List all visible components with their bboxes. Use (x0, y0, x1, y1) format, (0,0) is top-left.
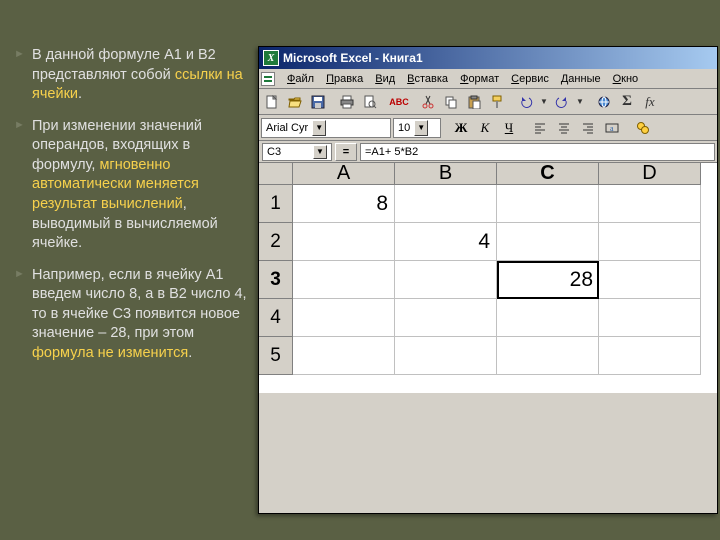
font-name-combo[interactable]: Arial Cyr ▼ (261, 118, 391, 138)
cell[interactable]: 8 (293, 185, 395, 223)
cell[interactable]: 4 (395, 223, 497, 261)
sum-icon[interactable]: Σ (616, 91, 638, 113)
formula-value: =A1+ 5*B2 (365, 146, 418, 158)
cell[interactable] (497, 299, 599, 337)
menu-item[interactable]: Сервис (505, 71, 555, 87)
document-icon[interactable] (261, 72, 275, 86)
select-all-corner[interactable] (259, 163, 293, 185)
open-icon[interactable] (284, 91, 306, 113)
menu-item[interactable]: Окно (607, 71, 645, 87)
undo-icon[interactable] (515, 91, 537, 113)
cell[interactable] (395, 299, 497, 337)
format-painter-icon[interactable] (486, 91, 508, 113)
menu-item[interactable]: Вид (369, 71, 401, 87)
column-header[interactable]: B (395, 163, 497, 185)
font-size-value: 10 (398, 122, 410, 134)
cell[interactable] (497, 337, 599, 375)
standard-toolbar: ABC ▼ ▼ Σ fx (259, 89, 717, 115)
row-header[interactable]: 1 (259, 185, 293, 223)
align-center-button[interactable] (553, 117, 575, 139)
window-title: Microsoft Excel - Книга1 (283, 51, 423, 65)
menu-item[interactable]: Данные (555, 71, 607, 87)
cut-icon[interactable] (417, 91, 439, 113)
column-header[interactable]: C (497, 163, 599, 185)
hyperlink-icon[interactable] (593, 91, 615, 113)
slide-bullet: В данной формуле А1 и В2 представляют со… (14, 46, 250, 105)
chevron-down-icon[interactable]: ▼ (313, 145, 327, 159)
column-header[interactable]: A (293, 163, 395, 185)
cell[interactable] (395, 337, 497, 375)
row-header[interactable]: 5 (259, 337, 293, 375)
align-right-button[interactable] (577, 117, 599, 139)
bold-button[interactable]: Ж (450, 117, 472, 139)
name-box-value: C3 (267, 146, 281, 158)
dropdown-icon[interactable]: ▼ (538, 91, 550, 113)
cell[interactable] (395, 261, 497, 299)
equals-button[interactable]: = (335, 143, 357, 161)
cell[interactable] (395, 185, 497, 223)
excel-icon: X (263, 50, 279, 66)
spell-icon[interactable]: ABC (388, 91, 410, 113)
svg-text:a: a (610, 124, 614, 133)
currency-button[interactable] (632, 117, 654, 139)
cell[interactable] (497, 185, 599, 223)
underline-button[interactable]: Ч (498, 117, 520, 139)
menu-item[interactable]: Правка (320, 71, 369, 87)
preview-icon[interactable] (359, 91, 381, 113)
cell[interactable] (599, 185, 701, 223)
cell[interactable] (293, 337, 395, 375)
print-icon[interactable] (336, 91, 358, 113)
cell[interactable] (293, 223, 395, 261)
formula-bar: C3 ▼ = =A1+ 5*B2 (259, 141, 717, 163)
cell[interactable] (599, 299, 701, 337)
paste-icon[interactable] (463, 91, 485, 113)
dropdown-icon[interactable]: ▼ (574, 91, 586, 113)
save-icon[interactable] (307, 91, 329, 113)
font-size-combo[interactable]: 10 ▼ (393, 118, 441, 138)
cell[interactable] (497, 223, 599, 261)
function-icon[interactable]: fx (639, 91, 661, 113)
formula-input[interactable]: =A1+ 5*B2 (360, 143, 715, 161)
excel-panel: X Microsoft Excel - Книга1 ФайлПравкаВид… (258, 0, 720, 540)
menu-item[interactable]: Формат (454, 71, 505, 87)
slide-text-panel: В данной формуле А1 и В2 представляют со… (0, 0, 258, 540)
worksheet-grid[interactable]: ABCD 12345 8428 (259, 163, 717, 393)
merge-button[interactable]: a (601, 117, 623, 139)
chevron-down-icon[interactable]: ▼ (312, 120, 326, 136)
row-header[interactable]: 2 (259, 223, 293, 261)
slide-bullet: Например, если в ячейку А1 введем число … (14, 266, 250, 364)
new-icon[interactable] (261, 91, 283, 113)
chevron-down-icon[interactable]: ▼ (414, 120, 428, 136)
cell[interactable] (293, 299, 395, 337)
copy-icon[interactable] (440, 91, 462, 113)
format-toolbar: Arial Cyr ▼ 10 ▼ Ж К Ч a (259, 115, 717, 141)
row-header[interactable]: 3 (259, 261, 293, 299)
italic-button[interactable]: К (474, 117, 496, 139)
slide-bullet: При изменении значений операндов, входящ… (14, 117, 250, 254)
excel-window: X Microsoft Excel - Книга1 ФайлПравкаВид… (258, 46, 718, 514)
row-header[interactable]: 4 (259, 299, 293, 337)
name-box[interactable]: C3 ▼ (262, 143, 332, 161)
cell[interactable] (599, 337, 701, 375)
align-left-button[interactable] (529, 117, 551, 139)
column-header[interactable]: D (599, 163, 701, 185)
cell[interactable] (599, 223, 701, 261)
redo-icon[interactable] (551, 91, 573, 113)
menu-item[interactable]: Вставка (401, 71, 454, 87)
cell[interactable] (293, 261, 395, 299)
menu-bar[interactable]: ФайлПравкаВидВставкаФорматСервисДанныеОк… (259, 69, 717, 89)
cell[interactable] (599, 261, 701, 299)
title-bar: X Microsoft Excel - Книга1 (259, 47, 717, 69)
menu-item[interactable]: Файл (281, 71, 320, 87)
cell[interactable]: 28 (497, 261, 599, 299)
font-name-value: Arial Cyr (266, 122, 308, 134)
